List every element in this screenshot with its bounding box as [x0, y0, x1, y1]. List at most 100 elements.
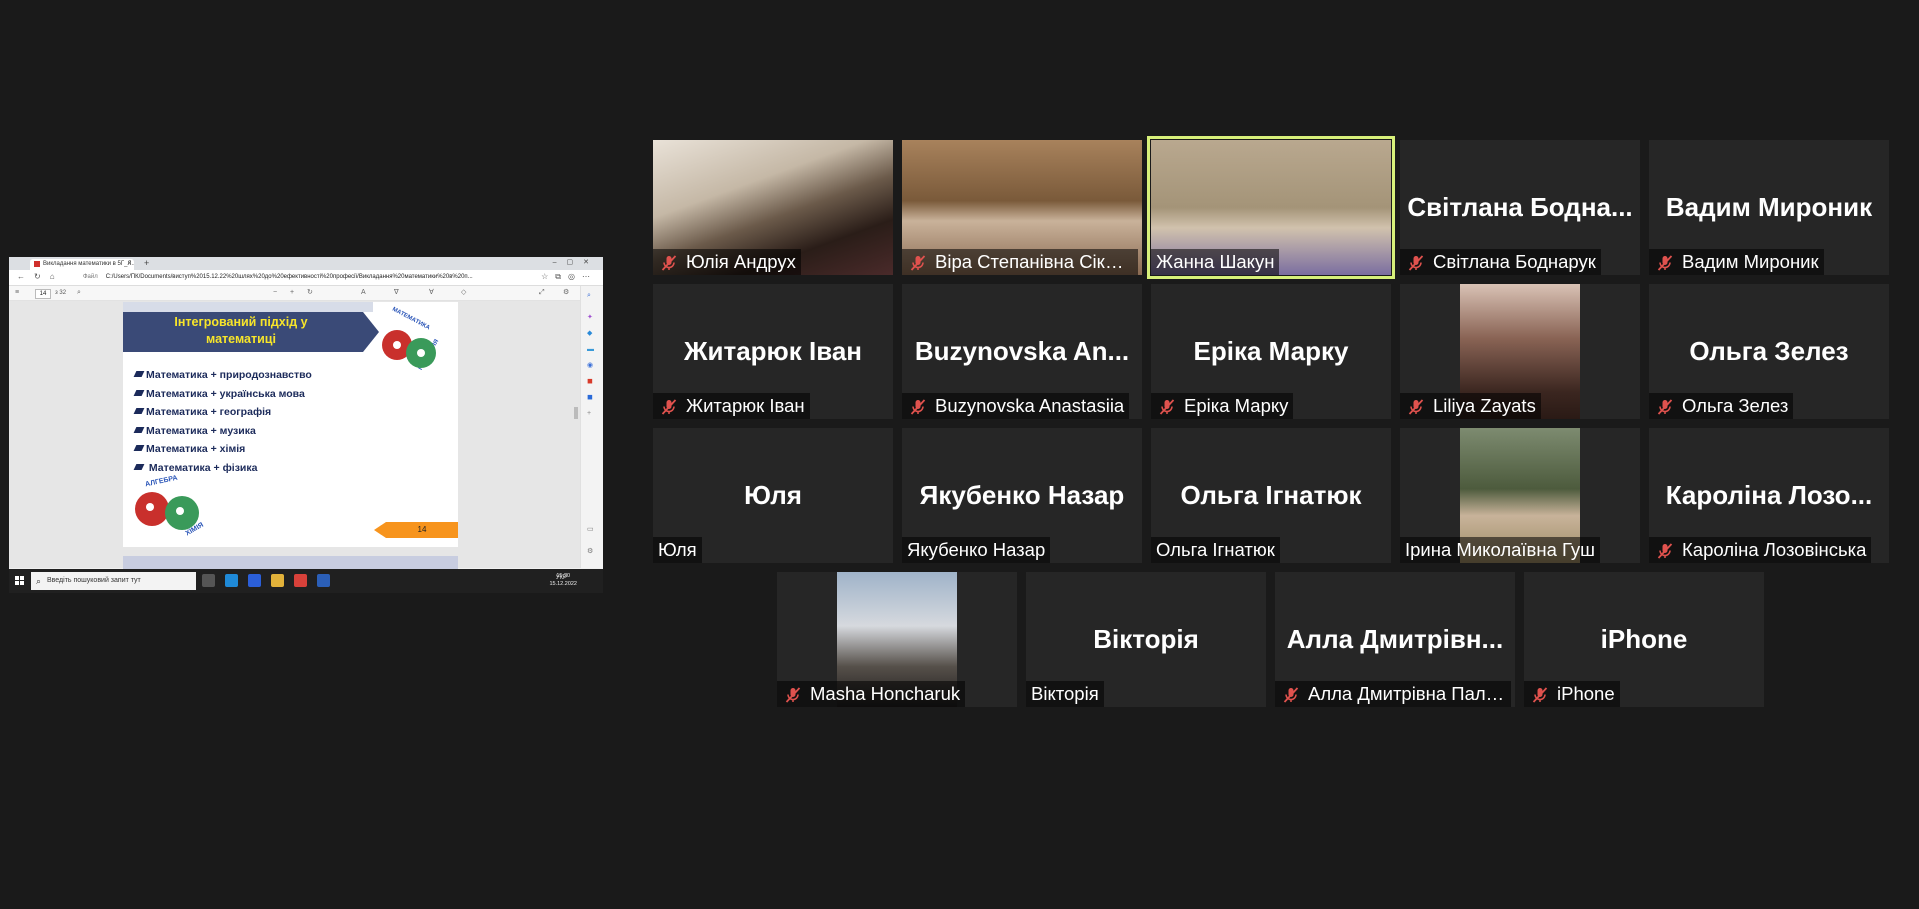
browser-tab-bar: Викладання математики в 5Г_Л... × + –▢✕: [9, 257, 603, 270]
slide-list: Математика + природознавство Математика …: [135, 366, 312, 478]
word-icon[interactable]: [317, 574, 330, 587]
briefcase-icon[interactable]: ▬: [587, 346, 594, 354]
mic-muted-icon: [1282, 685, 1300, 703]
read-aloud-icon[interactable]: A: [361, 288, 366, 298]
pdf-viewer[interactable]: Інтегрований підхід у математиці МАТЕМАТ…: [9, 301, 580, 576]
contents-icon[interactable]: ≡: [15, 288, 19, 298]
mic-muted-icon: [1158, 397, 1176, 415]
search-icon[interactable]: ⌕: [587, 292, 591, 300]
participant-name-label: Алла Дмитрівна Пала...: [1275, 681, 1511, 707]
taskbar-clock[interactable]: 15:20 15.12.2022: [549, 572, 577, 588]
add-icon[interactable]: +: [587, 410, 591, 418]
participant-name: Liliya Zayats: [1433, 395, 1536, 416]
edge-icon[interactable]: [225, 574, 238, 587]
layout-icon[interactable]: ▭: [587, 526, 594, 534]
windows-taskbar: Введіть пошуковий запит тут УКР 15:2015.…: [9, 569, 603, 593]
browser-tools[interactable]: ☆⧉◎⋯: [541, 272, 597, 282]
game-icon[interactable]: ◉: [587, 362, 593, 370]
participant-display-name: Кароліна Лозо...: [1665, 480, 1873, 510]
draw-icon[interactable]: ∇: [394, 288, 399, 298]
participant-name: iPhone: [1557, 683, 1615, 704]
erase-icon[interactable]: ◇: [461, 288, 466, 298]
participant-tile[interactable]: Віра Степанівна Сікора: [902, 140, 1142, 275]
participant-display-name: Еріка Марку: [1193, 336, 1349, 366]
participant-name-label: Кароліна Лозовінська: [1649, 537, 1872, 563]
participant-name-label: Жанна Шакун: [1151, 249, 1280, 275]
mic-muted-icon: [784, 685, 802, 703]
participant-name-label: Buzynovska Anastasiia: [902, 393, 1130, 419]
participant-name: Masha Honcharuk: [810, 683, 961, 704]
participant-tile[interactable]: Вадим Мироник Вадим Мироник: [1649, 140, 1889, 275]
scrollbar[interactable]: [574, 407, 578, 419]
red-gear-icon: [135, 492, 169, 526]
participant-tile[interactable]: Вікторія Вікторія: [1026, 572, 1266, 707]
window-controls[interactable]: –▢✕: [553, 257, 599, 269]
address-url-text: C:/Users/ПК/Documents/виступ%2015.12.22%…: [105, 274, 473, 280]
participant-tile[interactable]: Ольга Ігнатюк Ольга Ігнатюк: [1151, 428, 1391, 563]
participant-name-label: Світлана Боднарук: [1400, 249, 1601, 275]
address-label: Файл: [83, 274, 98, 280]
chrome-icon[interactable]: [294, 574, 307, 587]
participant-display-name: Житарюк Іван: [683, 336, 863, 366]
participant-tile[interactable]: Житарюк Іван Житарюк Іван: [653, 284, 893, 419]
participant-display-name: Алла Дмитрівн...: [1286, 624, 1504, 654]
participant-display-name: Вікторія: [1093, 624, 1199, 654]
rotate-icon[interactable]: ↻: [307, 288, 313, 298]
participant-name-label: Віра Степанівна Сікора: [902, 249, 1138, 275]
address-url[interactable]: Файл C:/Users/ПК/Documents/виступ%2015.12…: [83, 273, 503, 282]
zoom-in-icon[interactable]: +: [290, 288, 294, 298]
new-tab-button[interactable]: +: [144, 257, 149, 269]
slide-page: Інтегрований підхід у математиці МАТЕМАТ…: [123, 302, 458, 547]
green-gear-icon: [406, 338, 436, 368]
participant-tile[interactable]: Ольга Зелез Ольга Зелез: [1649, 284, 1889, 419]
participant-tile[interactable]: Ірина Миколаївна Гуш: [1400, 428, 1640, 563]
participant-tile[interactable]: Еріка Марку Еріка Марку: [1151, 284, 1391, 419]
sparkle-icon[interactable]: ✦: [587, 314, 593, 322]
participant-name: Ольга Зелез: [1682, 395, 1789, 416]
slide-banner-top: [123, 302, 373, 312]
participant-tile[interactable]: Якубенко Назар Якубенко Назар: [902, 428, 1142, 563]
windows-start-icon[interactable]: [15, 576, 24, 585]
nav-buttons[interactable]: ←↻⌂: [17, 272, 64, 281]
participant-tile[interactable]: Жанна Шакун: [1147, 136, 1395, 279]
office-icon[interactable]: ◼: [587, 378, 593, 386]
highlight-icon[interactable]: ∀: [429, 288, 434, 298]
fullscreen-icon[interactable]: ⤢: [539, 288, 545, 298]
search-icon[interactable]: ⌕: [77, 288, 81, 298]
participant-tile[interactable]: Юлія Андрух: [653, 140, 893, 275]
taskbar-search[interactable]: Введіть пошуковий запит тут: [31, 572, 196, 590]
participant-tile[interactable]: Світлана Бодна... Світлана Боднарук: [1400, 140, 1640, 275]
participant-name-label: Ольга Зелез: [1649, 393, 1794, 419]
slide-number: 14: [374, 522, 458, 538]
participant-name: Юля: [658, 539, 697, 560]
green-gear-icon: [165, 496, 199, 530]
folder-icon[interactable]: [271, 574, 284, 587]
taskbar-apps: [202, 574, 340, 592]
participant-tile[interactable]: Liliya Zayats: [1400, 284, 1640, 419]
participant-tile[interactable]: Алла Дмитрівн... Алла Дмитрівна Пала...: [1275, 572, 1515, 707]
gear-icon[interactable]: ⚙: [587, 548, 593, 556]
browser-tab[interactable]: Викладання математики в 5Г_Л... ×: [30, 259, 134, 270]
participant-tile[interactable]: Кароліна Лозо... Кароліна Лозовінська: [1649, 428, 1889, 563]
mic-muted-icon: [909, 253, 927, 271]
participant-name: Вадим Мироник: [1682, 251, 1819, 272]
participant-name: Віра Степанівна Сікора: [935, 251, 1136, 272]
participant-tile[interactable]: Masha Honcharuk: [777, 572, 1017, 707]
participant-display-name: Юля: [744, 480, 802, 510]
participant-name: Еріка Марку: [1184, 395, 1289, 416]
participant-name-label: Якубенко Назар: [902, 537, 1051, 563]
close-tab-icon[interactable]: ×: [127, 259, 131, 269]
page-number-input[interactable]: 14: [35, 289, 51, 299]
mic-muted-icon: [1407, 253, 1425, 271]
participant-tile[interactable]: Buzynovska An... Buzynovska Anastasiia: [902, 284, 1142, 419]
zoom-out-icon[interactable]: −: [273, 288, 277, 298]
participant-name-label: Вікторія: [1026, 681, 1104, 707]
participant-tile[interactable]: iPhone iPhone: [1524, 572, 1764, 707]
tag-icon[interactable]: ◆: [587, 330, 592, 338]
zoom-app-icon[interactable]: [248, 574, 261, 587]
task-view-icon[interactable]: [202, 574, 215, 587]
settings-icon[interactable]: ⚙: [563, 288, 569, 298]
gear-label: МАТЕМАТИКА: [391, 306, 431, 332]
participant-tile[interactable]: Юля Юля: [653, 428, 893, 563]
outlook-icon[interactable]: ◼: [587, 394, 593, 402]
